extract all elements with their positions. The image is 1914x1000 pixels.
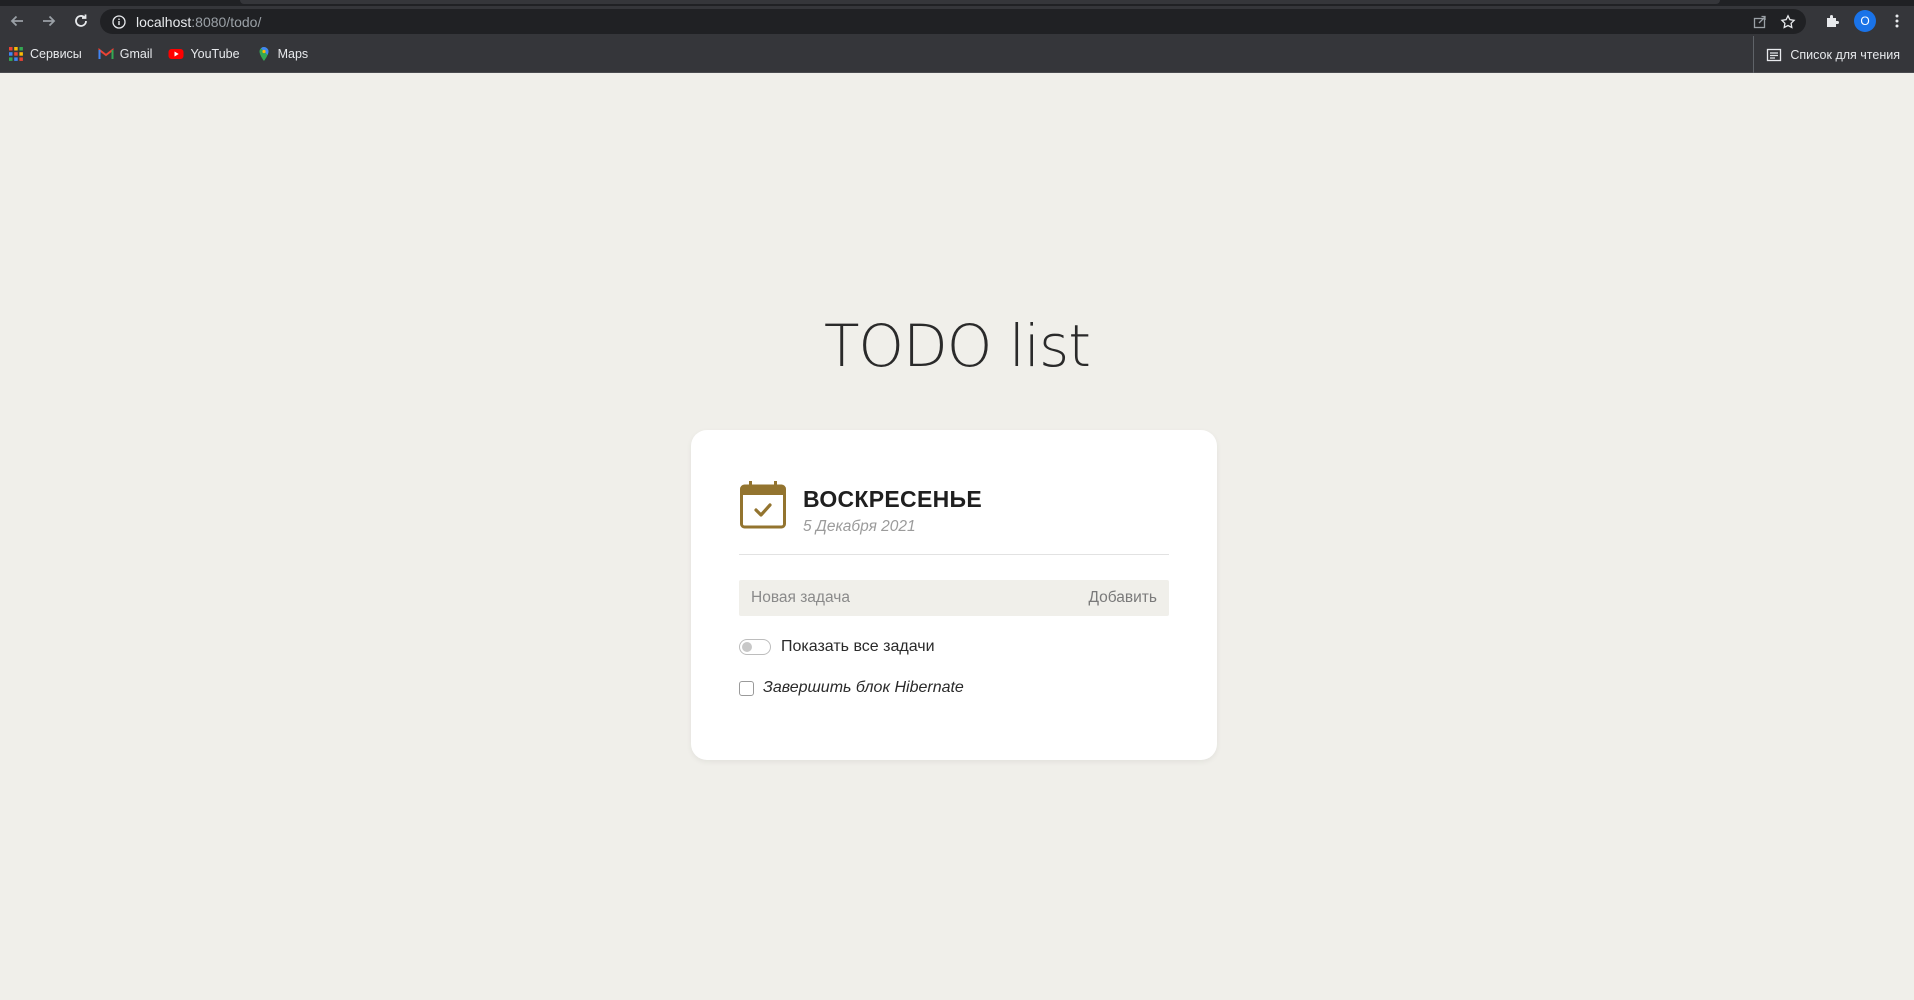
address-bar[interactable]: localhost:8080/todo/ (100, 9, 1806, 34)
forward-button[interactable] (34, 6, 64, 36)
maps-icon (259, 47, 269, 61)
profile-avatar[interactable]: O (1854, 10, 1876, 32)
gmail-icon (98, 47, 114, 59)
more-menu-icon[interactable] (1888, 12, 1906, 30)
extensions-icon[interactable] (1824, 12, 1842, 30)
bookmarks-bar: Сервисы Gmail YouTube Maps Список для чт… (0, 36, 1914, 73)
bookmark-label: Сервисы (30, 47, 82, 61)
weekday-label: ВОСКРЕСЕНЬЕ (803, 486, 982, 512)
add-task-button[interactable]: Добавить (1088, 580, 1157, 616)
share-icon[interactable] (1752, 14, 1768, 30)
calendar-check-icon (740, 481, 786, 529)
apps-grid-icon (9, 47, 23, 61)
site-info-icon[interactable] (112, 14, 126, 29)
reading-list-icon (1767, 48, 1782, 61)
bookmark-label: YouTube (190, 47, 240, 61)
toggle-knob (742, 642, 752, 652)
header-divider (739, 554, 1169, 555)
reload-icon (75, 14, 87, 27)
browser-toolbar: localhost:8080/todo/ O (0, 6, 1914, 36)
bookmark-services[interactable]: Сервисы (8, 46, 82, 62)
url-text: localhost:8080/todo/ (136, 13, 262, 30)
youtube-icon (168, 49, 184, 59)
bookmark-star-icon[interactable] (1780, 13, 1796, 30)
bookmark-youtube[interactable]: YouTube (168, 46, 240, 62)
todo-card: ВОСКРЕСЕНЬЕ 5 Декабря 2021 Добавить Пока… (691, 430, 1217, 760)
new-task-form: Добавить (739, 580, 1169, 616)
arrow-left-icon (10, 15, 23, 27)
task-checkbox[interactable] (739, 680, 754, 696)
active-tab-hint (240, 0, 1720, 4)
reading-list-button[interactable]: Список для чтения (1753, 36, 1900, 73)
date-header: ВОСКРЕСЕНЬЕ 5 Декабря 2021 (739, 480, 1169, 536)
page-title: TODO list (823, 312, 1091, 380)
date-label: 5 Декабря 2021 (803, 518, 916, 535)
arrow-right-icon (43, 15, 56, 27)
bookmark-label: Gmail (119, 47, 153, 61)
bookmark-gmail[interactable]: Gmail (98, 46, 153, 62)
show-all-toggle[interactable] (739, 639, 771, 655)
show-all-label: Показать все задачи (781, 638, 935, 655)
list-item: Завершить блок Hibernate (739, 676, 964, 700)
bookmark-maps[interactable]: Maps (256, 46, 309, 62)
bookmark-label: Maps (277, 47, 309, 61)
show-all-row: Показать все задачи (739, 635, 935, 659)
back-button[interactable] (2, 6, 32, 36)
new-task-input[interactable] (739, 580, 1079, 616)
reading-list-label: Список для чтения (1790, 47, 1900, 62)
reload-button[interactable] (66, 6, 96, 36)
task-text: Завершить блок Hibernate (763, 679, 964, 696)
